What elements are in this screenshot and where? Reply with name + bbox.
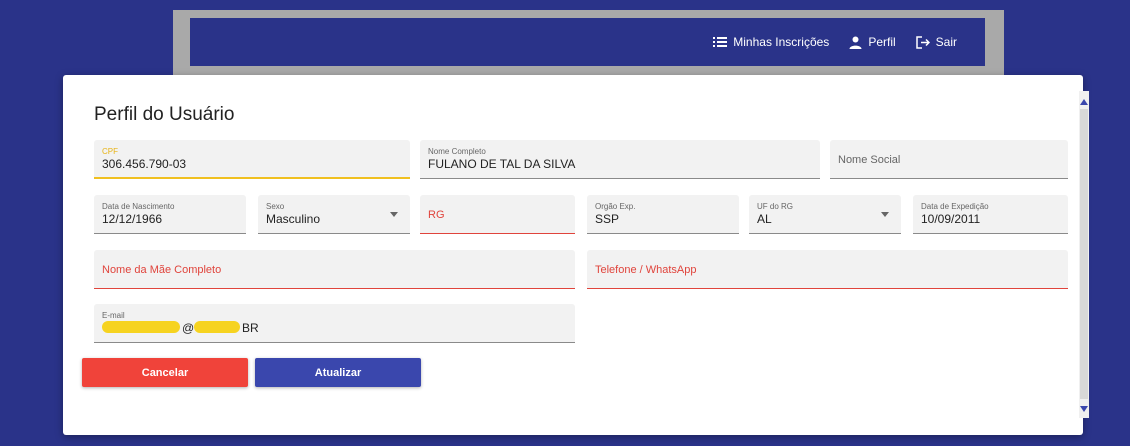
- email-label: E-mail: [102, 311, 125, 320]
- orgao-exp-value: SSP: [595, 212, 620, 226]
- email-suffix: BR: [242, 321, 259, 335]
- modal-scrollbar[interactable]: [1079, 91, 1089, 418]
- nav-label: Sair: [935, 35, 957, 49]
- nome-social-field[interactable]: Nome Social: [830, 140, 1068, 179]
- chevron-down-icon: [881, 212, 889, 217]
- profile-modal: Perfil do Usuário CPF 306.456.790-03 Nom…: [63, 75, 1089, 435]
- telefone-field[interactable]: Telefone / WhatsApp: [587, 250, 1068, 289]
- sexo-label: Sexo: [266, 202, 285, 211]
- logout-icon: [915, 35, 930, 49]
- cpf-field[interactable]: CPF 306.456.790-03: [94, 140, 410, 179]
- data-expedicao-label: Data de Expedição: [921, 202, 989, 211]
- cpf-label: CPF: [102, 147, 118, 156]
- scroll-track[interactable]: [1080, 109, 1088, 399]
- app-header: Minhas Inscrições Perfil Sair: [190, 18, 985, 66]
- email-value: @ BR: [102, 321, 302, 335]
- nav-label: Minhas Inscrições: [733, 35, 830, 49]
- uf-rg-label: UF do RG: [757, 202, 794, 211]
- data-expedicao-field[interactable]: Data de Expedição 10/09/2011: [913, 195, 1068, 234]
- nav-sair[interactable]: Sair: [915, 35, 957, 49]
- scroll-up-icon[interactable]: [1080, 99, 1088, 105]
- rg-label: RG: [428, 209, 445, 221]
- modal-title: Perfil do Usuário: [94, 104, 235, 125]
- data-nascimento-field[interactable]: Data de Nascimento 12/12/1966: [94, 195, 246, 234]
- nome-mae-field[interactable]: Nome da Mãe Completo: [94, 250, 575, 289]
- redaction-mark: [194, 321, 240, 333]
- redaction-mark: [102, 321, 180, 333]
- person-icon: [849, 36, 862, 49]
- list-icon: [713, 37, 728, 47]
- nav-label: Perfil: [868, 35, 896, 49]
- telefone-label: Telefone / WhatsApp: [595, 264, 697, 276]
- uf-rg-value: AL: [757, 212, 772, 226]
- email-field[interactable]: E-mail @ BR: [94, 304, 575, 343]
- orgao-exp-field[interactable]: Orgão Exp. SSP: [587, 195, 739, 234]
- email-at: @: [182, 321, 195, 335]
- cancel-button[interactable]: Cancelar: [82, 358, 248, 387]
- nav-minhas-inscricoes[interactable]: Minhas Inscrições: [713, 35, 829, 49]
- nome-completo-value: FULANO DE TAL DA SILVA: [428, 157, 576, 171]
- nav-perfil[interactable]: Perfil: [849, 35, 896, 49]
- nome-completo-label: Nome Completo: [428, 147, 486, 156]
- sexo-value: Masculino: [266, 212, 321, 226]
- scroll-down-icon[interactable]: [1080, 406, 1088, 412]
- data-nascimento-label: Data de Nascimento: [102, 202, 175, 211]
- nome-completo-field[interactable]: Nome Completo FULANO DE TAL DA SILVA: [420, 140, 820, 179]
- orgao-exp-label: Orgão Exp.: [595, 202, 636, 211]
- cpf-value: 306.456.790-03: [102, 157, 187, 171]
- nome-social-label: Nome Social: [838, 154, 901, 166]
- uf-rg-select[interactable]: UF do RG AL: [749, 195, 901, 234]
- data-nascimento-value: 12/12/1966: [102, 212, 163, 226]
- data-expedicao-value: 10/09/2011: [921, 212, 981, 226]
- rg-field[interactable]: RG: [420, 195, 575, 234]
- sexo-select[interactable]: Sexo Masculino: [258, 195, 410, 234]
- chevron-down-icon: [390, 212, 398, 217]
- update-button[interactable]: Atualizar: [255, 358, 421, 387]
- nome-mae-label: Nome da Mãe Completo: [102, 264, 222, 276]
